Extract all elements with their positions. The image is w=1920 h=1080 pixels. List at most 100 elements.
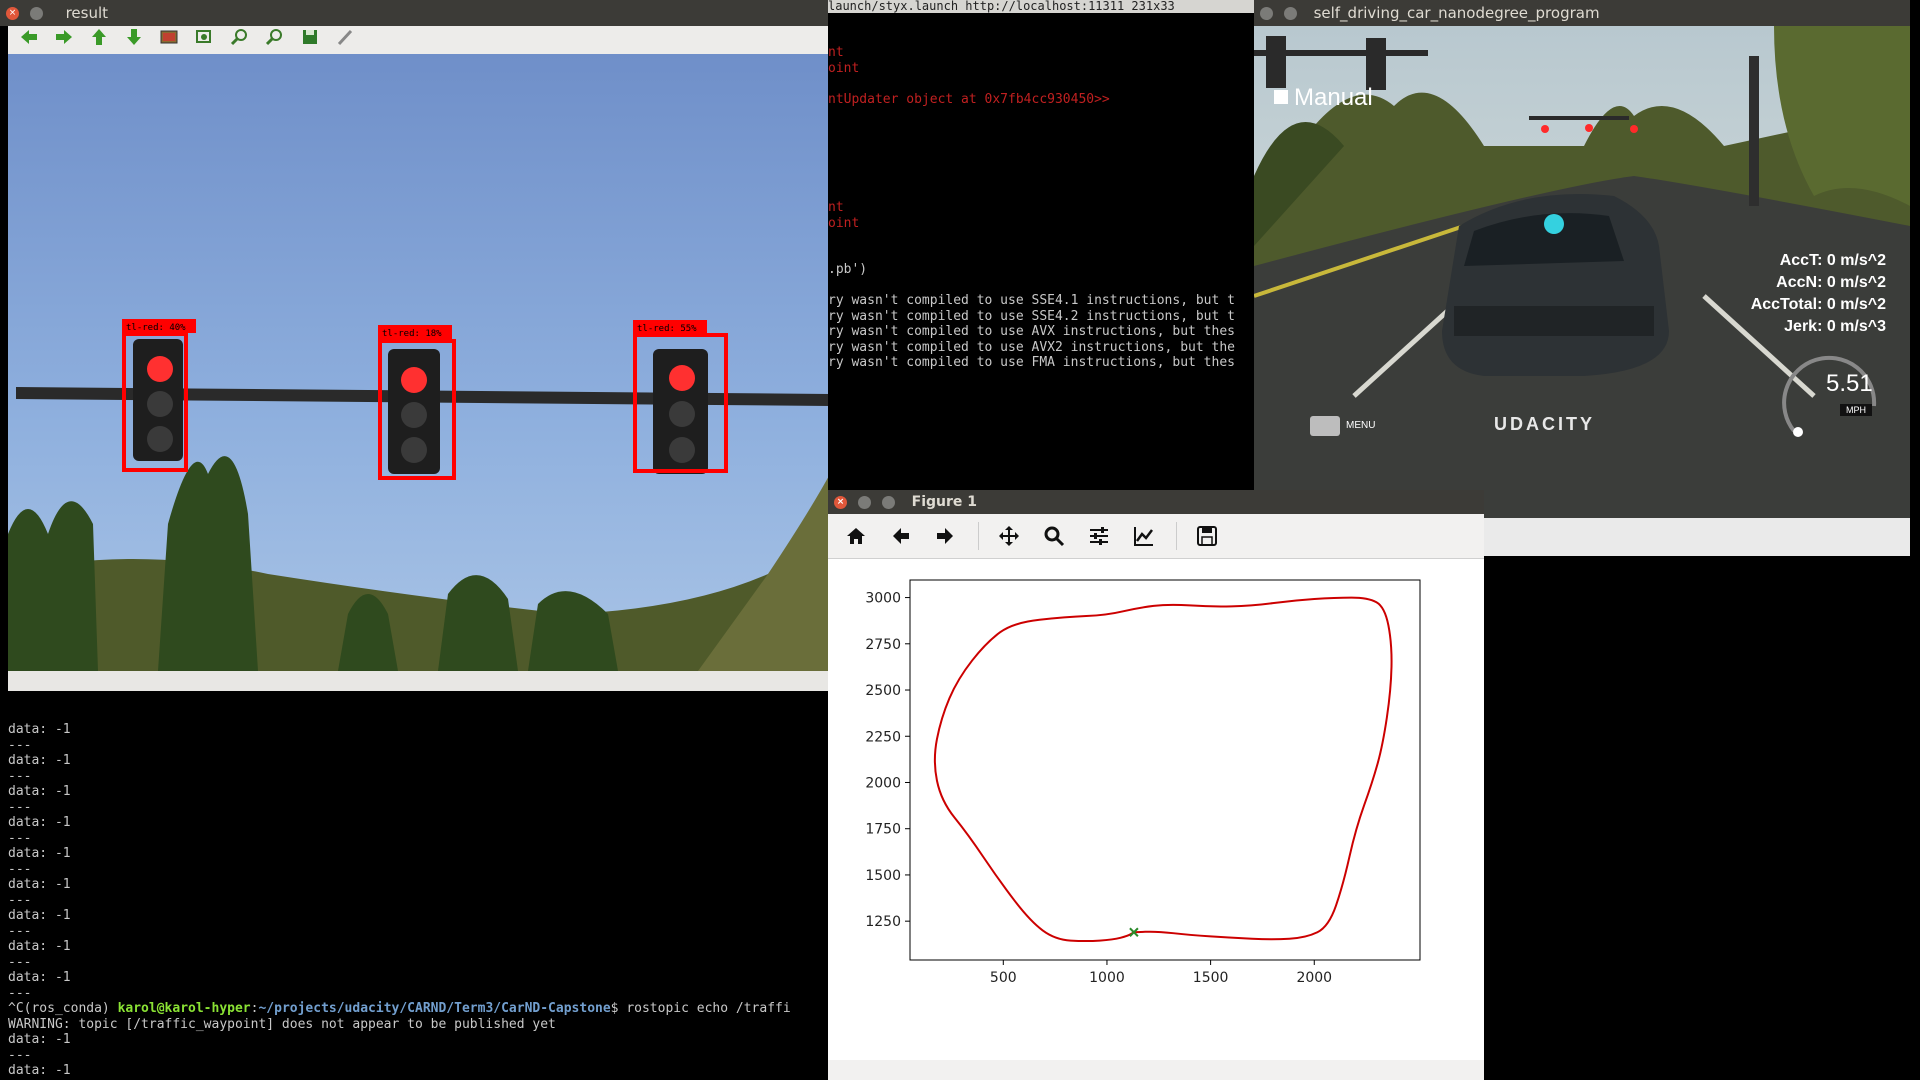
- speed-unit: MPH: [1840, 404, 1872, 416]
- terminal-line: oint: [828, 215, 860, 231]
- axes-edit-icon[interactable]: [1126, 518, 1162, 554]
- x-tick-label: 500: [990, 970, 1017, 986]
- right-arrow-icon[interactable]: [49, 26, 79, 56]
- toolbar-separator: [1176, 522, 1177, 550]
- figure-toolbar: [828, 514, 1484, 559]
- speed-readout: 5.51: [1826, 370, 1873, 397]
- terminal-output: data: -1 --- data: -1 --- data: -1 --- data: -…: [8, 692, 828, 1080]
- terminal-line: data: -1: [8, 784, 71, 799]
- terminal-title: launch/styx.launch http://localhost:1131…: [828, 0, 1254, 13]
- x-tick-label: 1000: [1089, 970, 1125, 986]
- terminal-line: ry wasn't compiled to use FMA instructio…: [828, 355, 1235, 370]
- terminal-line: data: -1: [8, 877, 71, 892]
- y-tick-label: 2750: [865, 637, 901, 653]
- terminal-line: ---: [8, 768, 32, 784]
- minimize-button[interactable]: [857, 495, 871, 509]
- y-tick-label: 1500: [865, 868, 901, 884]
- window-title: self_driving_car_nanodegree_program: [1313, 4, 1600, 22]
- maximize-button[interactable]: [881, 495, 895, 509]
- pan-icon[interactable]: [991, 518, 1027, 554]
- terminal-line: data: -1: [8, 970, 71, 985]
- brush-icon[interactable]: [330, 26, 360, 56]
- down-arrow-icon[interactable]: [119, 26, 149, 56]
- terminal-line: data: -1: [8, 753, 71, 768]
- hud-telemetry: AccT: 0 m/s^2 AccN: 0 m/s^2 AccTotal: 0 …: [1751, 250, 1886, 338]
- echo-terminal: data: -1 --- data: -1 --- data: -1 --- data: -…: [0, 692, 828, 1080]
- terminal-line: ---: [8, 830, 32, 846]
- terminal-line: data: -1: [8, 1032, 71, 1047]
- y-tick-label: 3000: [865, 591, 901, 607]
- terminal-line: ry wasn't compiled to use SSE4.1 instruc…: [828, 293, 1235, 308]
- terminal-line: ry wasn't compiled to use AVX instructio…: [828, 324, 1235, 339]
- up-arrow-icon[interactable]: [84, 26, 114, 56]
- window-title: Figure 1: [911, 494, 977, 510]
- terminal-line: data: -1: [8, 939, 71, 954]
- save-icon[interactable]: [295, 26, 325, 56]
- car-logo: UDACITY: [1494, 414, 1595, 434]
- window-title: result: [65, 4, 108, 22]
- close-button[interactable]: ×: [6, 7, 19, 20]
- y-tick-label: 2500: [865, 683, 901, 699]
- terminal-line: ---: [8, 923, 32, 939]
- launch-terminal: launch/styx.launch http://localhost:1131…: [828, 0, 1254, 490]
- left-arrow-icon[interactable]: [14, 26, 44, 56]
- terminal-line: nt: [828, 200, 844, 215]
- camera-image: tl-red: 40% tl-red: 18% tl-red: 55%: [8, 54, 830, 671]
- zoom-icon[interactable]: [1036, 518, 1072, 554]
- terminal-line: data: -1: [8, 1063, 71, 1078]
- minimize-button[interactable]: [29, 7, 43, 20]
- y-tick-label: 2000: [865, 775, 901, 791]
- terminal-line: data: -1: [8, 846, 71, 861]
- terminal-line: ---: [8, 1047, 32, 1063]
- terminal-line: data: -1: [8, 722, 71, 737]
- terminal-line: nt: [828, 45, 844, 60]
- terminal-line: ry wasn't compiled to use AVX2 instructi…: [828, 339, 1235, 355]
- subplots-icon[interactable]: [1081, 518, 1117, 554]
- prompt-command: $ rostopic echo /traffi: [610, 1001, 791, 1016]
- terminal-output: nt oint ntUpdater object at 0x7fb4cc930450…: [828, 45, 1254, 371]
- x-tick-label: 1500: [1193, 970, 1229, 986]
- shell-prompt: ^C(ros_conda) karol@karol-hyper:~/projec…: [8, 1001, 828, 1017]
- acc-total-readout: AccTotal: 0 m/s^2: [1750, 296, 1886, 313]
- y-tick-label: 1250: [865, 914, 901, 930]
- detection-label: tl-red: 18%: [382, 329, 442, 339]
- manual-checkbox[interactable]: [1274, 90, 1288, 104]
- simulator-bottom-bar: [1484, 518, 1910, 556]
- minimize-button[interactable]: [1283, 7, 1297, 20]
- zoom-fit-icon[interactable]: [189, 26, 219, 56]
- x-tick-label: 2000: [1296, 970, 1332, 986]
- terminal-line: data: -1: [8, 908, 71, 923]
- terminal-line: ntUpdater object at 0x7fb4cc930450>>: [828, 91, 1110, 107]
- close-button[interactable]: [1260, 7, 1273, 20]
- figure-title-bar: × Figure 1: [828, 490, 1484, 514]
- back-arrow-icon[interactable]: [883, 518, 919, 554]
- zoom-out-icon[interactable]: [260, 26, 290, 56]
- terminal-line: ---: [8, 892, 32, 908]
- terminal-line: .pb'): [828, 262, 868, 277]
- terminal-line: ---: [8, 954, 32, 970]
- figure-status-bar: [828, 1060, 1484, 1080]
- trajectory-chart[interactable]: 500 1000 1500 2000 1250 1500 1750 2000 2250 2500 2…: [828, 558, 1484, 1080]
- manual-label: Manual: [1294, 84, 1373, 111]
- image-icon[interactable]: [154, 26, 184, 56]
- y-tick-label: 2250: [865, 729, 901, 745]
- terminal-line: ---: [8, 985, 32, 1001]
- result-window: × result tl-red: 40% tl-red: 18% tl-red:…: [0, 0, 830, 692]
- jerk-readout: Jerk: 0 m/s^3: [1784, 318, 1886, 335]
- detection-label: tl-red: 55%: [637, 324, 697, 334]
- menu-button[interactable]: [1310, 416, 1340, 436]
- forward-arrow-icon[interactable]: [927, 518, 963, 554]
- save-icon[interactable]: [1189, 518, 1225, 554]
- zoom-in-icon[interactable]: [225, 26, 255, 56]
- close-button[interactable]: ×: [834, 495, 847, 509]
- simulator-view: Manual MENU UDACITY AccT: 0 m/s^2 AccN: …: [1254, 26, 1910, 518]
- y-tick-label: 1750: [865, 822, 901, 838]
- simulator-title-bar: self_driving_car_nanodegree_program: [1254, 0, 1910, 26]
- home-icon[interactable]: [838, 518, 874, 554]
- detection-label: tl-red: 40%: [126, 323, 186, 333]
- result-title-bar: × result: [0, 0, 830, 26]
- speedometer: [1782, 355, 1877, 437]
